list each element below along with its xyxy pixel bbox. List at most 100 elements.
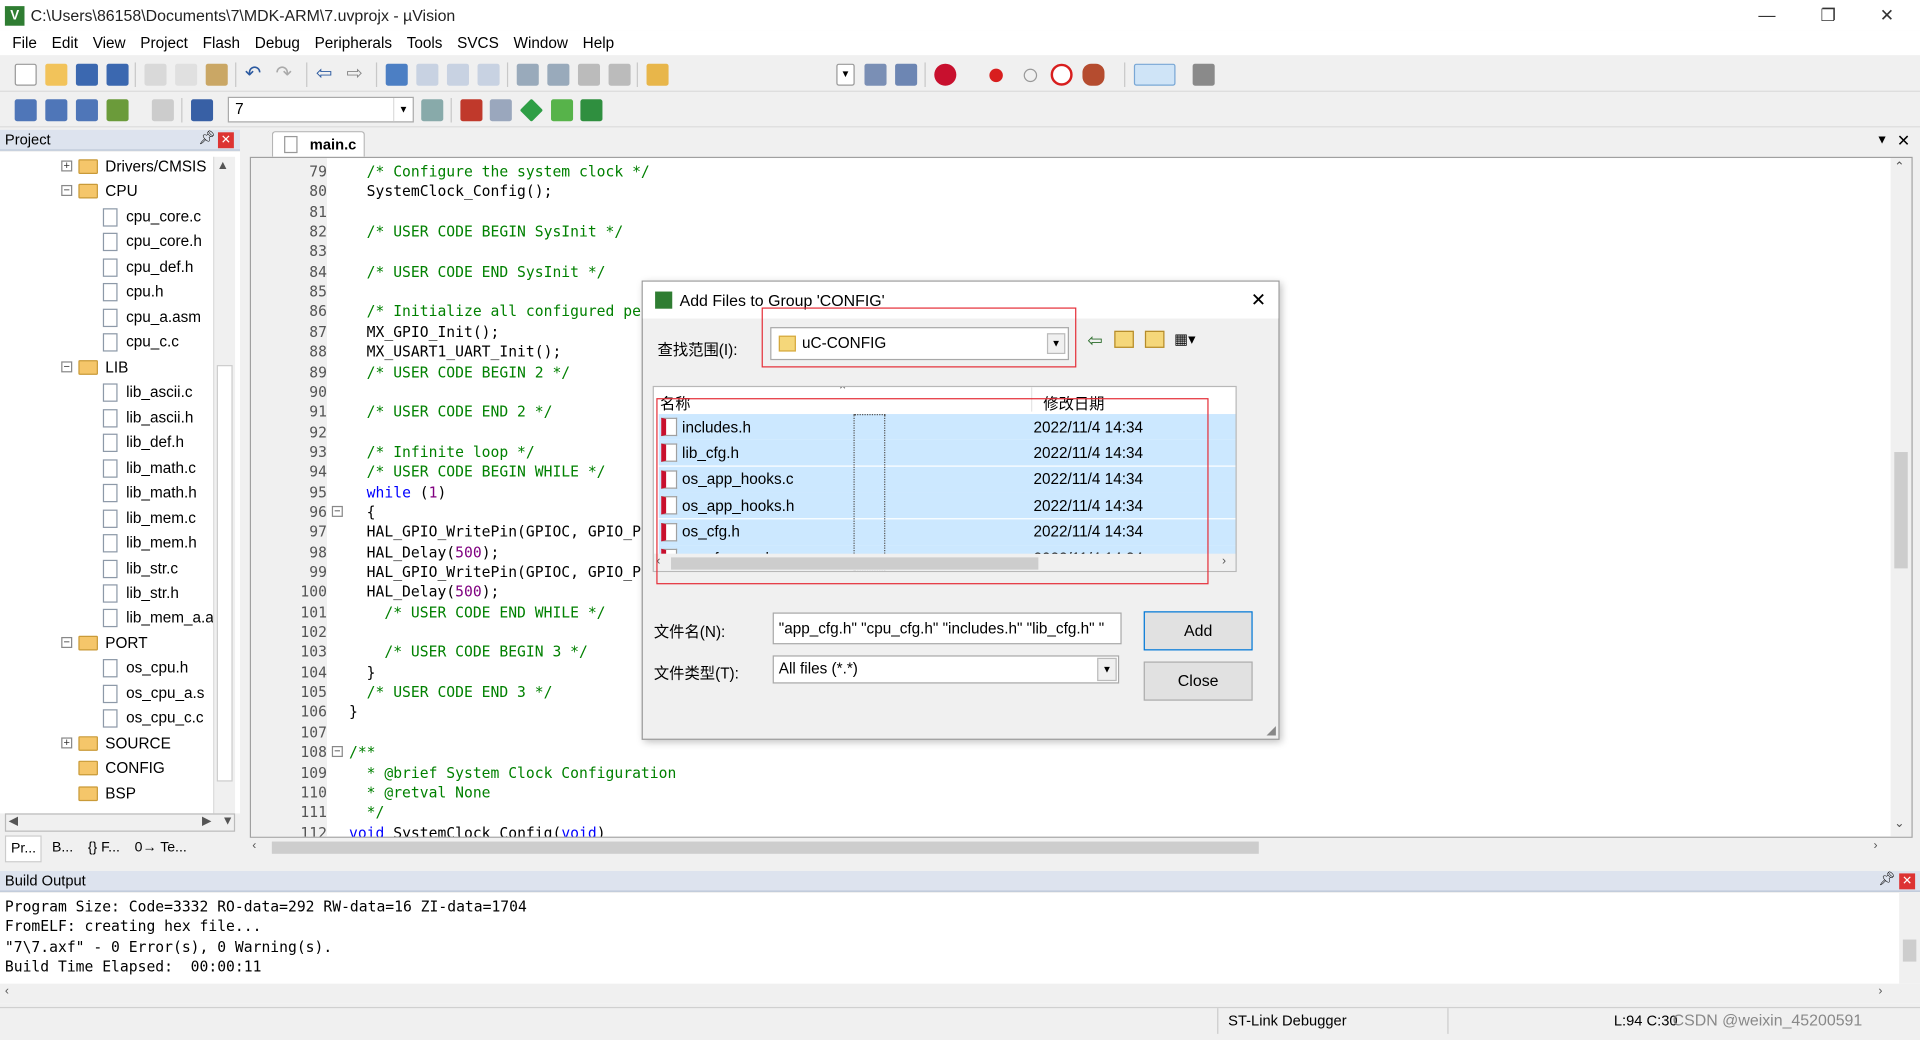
tree-file[interactable]: lib_ascii.c <box>102 380 192 404</box>
tab-books[interactable]: B... <box>47 835 78 862</box>
close-tab-icon[interactable]: ✕ <box>1897 131 1910 151</box>
tab-templates[interactable]: 0→ Te... <box>130 835 192 862</box>
expand-icon[interactable]: + <box>61 160 73 172</box>
incremental-find-icon[interactable] <box>895 63 918 86</box>
code-line[interactable]: MX_GPIO_Init(); <box>349 322 500 342</box>
tree-file[interactable]: cpu_a.asm <box>102 305 201 329</box>
menu-project[interactable]: Project <box>133 34 195 51</box>
scroll-up-icon[interactable]: ▲ <box>217 159 229 172</box>
close-window-button[interactable]: ✕ <box>1859 0 1915 31</box>
minimize-button[interactable]: — <box>1739 0 1795 31</box>
add-button[interactable]: Add <box>1143 611 1253 651</box>
find-combo-dropdown-icon[interactable]: ▼ <box>836 63 855 86</box>
tree-file[interactable]: lib_ascii.h <box>102 405 193 429</box>
tree-file[interactable]: cpu_core.h <box>102 229 202 253</box>
undo-icon[interactable]: ↶ <box>245 64 267 86</box>
tree-file[interactable]: lib_mem.c <box>102 506 196 530</box>
nav-forward-icon[interactable]: ⇨ <box>347 64 369 86</box>
comment-icon[interactable] <box>577 63 601 86</box>
find-in-files-icon[interactable] <box>646 63 669 86</box>
menu-tools[interactable]: Tools <box>399 34 449 51</box>
paste-icon[interactable] <box>205 63 228 86</box>
close-pane-icon[interactable]: ✕ <box>1899 873 1916 890</box>
build-hscrollbar[interactable]: ‹ › <box>0 983 1920 1004</box>
save-icon[interactable] <box>75 63 98 86</box>
collapse-icon[interactable]: − <box>61 184 73 196</box>
scroll-right-icon[interactable]: ▶ <box>202 815 211 828</box>
tree-folder[interactable]: + SOURCE <box>61 731 171 755</box>
tree-file[interactable]: lib_str.c <box>102 556 178 580</box>
tree-file[interactable]: lib_mem.h <box>102 530 197 554</box>
fold-collapse-icon[interactable]: − <box>331 505 343 517</box>
dialog-close-icon[interactable]: ✕ <box>1251 289 1266 311</box>
pin-icon[interactable]: 📌︎ <box>1878 871 1895 887</box>
tree-file[interactable]: lib_str.h <box>102 581 179 605</box>
menu-help[interactable]: Help <box>575 34 621 51</box>
tree-hscrollbar[interactable]: ◀ ▶ ▼ <box>4 813 236 832</box>
pack-installer-icon[interactable] <box>551 99 574 122</box>
code-line[interactable]: } <box>349 662 376 682</box>
save-all-icon[interactable] <box>106 63 129 86</box>
debug-session-icon[interactable] <box>934 63 957 86</box>
tab-functions[interactable]: {} F... <box>83 835 125 862</box>
tree-folder[interactable]: CONFIG <box>78 756 165 780</box>
stop-build-icon[interactable] <box>151 99 174 122</box>
code-line[interactable]: SystemClock_Config(); <box>349 182 553 202</box>
filetype-select[interactable]: All files (*.*) ▼ <box>772 655 1120 684</box>
tree-folder[interactable]: − CPU <box>61 179 138 203</box>
expand-icon[interactable]: + <box>61 737 73 749</box>
scroll-left-icon[interactable]: ‹ <box>252 839 256 852</box>
tree-folder[interactable]: − LIB <box>61 355 128 379</box>
next-bookmark-icon[interactable] <box>446 63 469 86</box>
code-line[interactable]: /** <box>349 743 376 763</box>
scroll-right-icon[interactable]: › <box>1222 555 1226 568</box>
code-line[interactable]: /* Infinite loop */ <box>349 442 535 462</box>
tree-file[interactable]: os_cpu.h <box>102 655 188 679</box>
code-line[interactable]: HAL_Delay(500); <box>349 582 500 602</box>
manage-components-icon[interactable] <box>489 99 512 122</box>
debug-windows-icon[interactable] <box>1082 63 1105 86</box>
filename-field[interactable]: "app_cfg.h" "cpu_cfg.h" "includes.h" "li… <box>772 612 1122 645</box>
rebuild-icon[interactable] <box>75 99 98 122</box>
collapse-icon[interactable]: − <box>61 636 73 649</box>
code-line[interactable]: while (1) <box>349 482 447 502</box>
tree-vscrollbar[interactable]: ▲ <box>213 156 236 814</box>
menu-window[interactable]: Window <box>506 34 575 51</box>
menu-view[interactable]: View <box>85 34 133 51</box>
tab-list-icon[interactable]: ▼ <box>1876 134 1888 147</box>
code-line[interactable]: /* USER CODE BEGIN SysInit */ <box>349 222 624 242</box>
code-line[interactable]: /* USER CODE END WHILE */ <box>349 602 605 622</box>
tree-folder[interactable]: − PORT <box>61 631 148 655</box>
code-line[interactable]: /* USER CODE END SysInit */ <box>349 262 606 282</box>
target-select[interactable]: 7 ▼ <box>227 96 414 123</box>
scroll-down-icon[interactable]: ⌄ <box>1894 817 1904 830</box>
view-menu-icon[interactable]: ▦▾ <box>1174 331 1206 348</box>
disable-breakpoint-icon[interactable] <box>1023 68 1038 83</box>
find-icon[interactable] <box>864 63 887 86</box>
tree-file[interactable]: os_cpu_a.s <box>102 681 204 705</box>
breakpoint-icon[interactable] <box>989 68 1003 83</box>
tree-file[interactable]: lib_mem_a.a <box>102 605 214 629</box>
build-vscrollbar[interactable] <box>1899 893 1920 984</box>
tree-file[interactable]: lib_def.h <box>102 430 184 454</box>
tree-file[interactable]: cpu_c.c <box>102 330 179 354</box>
restore-button[interactable]: ❐ <box>1800 0 1856 31</box>
uncomment-icon[interactable] <box>608 63 631 86</box>
run-time-environment-icon[interactable] <box>519 98 544 122</box>
menu-file[interactable]: File <box>5 34 44 51</box>
tab-main-c[interactable]: main.c <box>271 131 365 157</box>
menu-peripherals[interactable]: Peripherals <box>307 34 399 51</box>
fold-collapse-icon[interactable]: − <box>331 746 343 758</box>
prev-bookmark-icon[interactable] <box>416 63 439 86</box>
menu-edit[interactable]: Edit <box>44 34 85 51</box>
manage-project-icon[interactable] <box>460 99 483 122</box>
menu-flash[interactable]: Flash <box>195 34 247 51</box>
target-options-icon[interactable] <box>421 99 444 122</box>
code-line[interactable]: } <box>349 702 358 722</box>
code-line[interactable]: MX_USART1_UART_Init(); <box>349 342 562 362</box>
code-line[interactable]: /* USER CODE END 2 */ <box>349 402 553 422</box>
unindent-icon[interactable] <box>547 63 570 86</box>
nav-back-icon[interactable]: ⇦ <box>316 64 338 86</box>
open-file-icon[interactable] <box>45 63 68 86</box>
code-line[interactable]: /* Configure the system clock */ <box>349 162 650 182</box>
